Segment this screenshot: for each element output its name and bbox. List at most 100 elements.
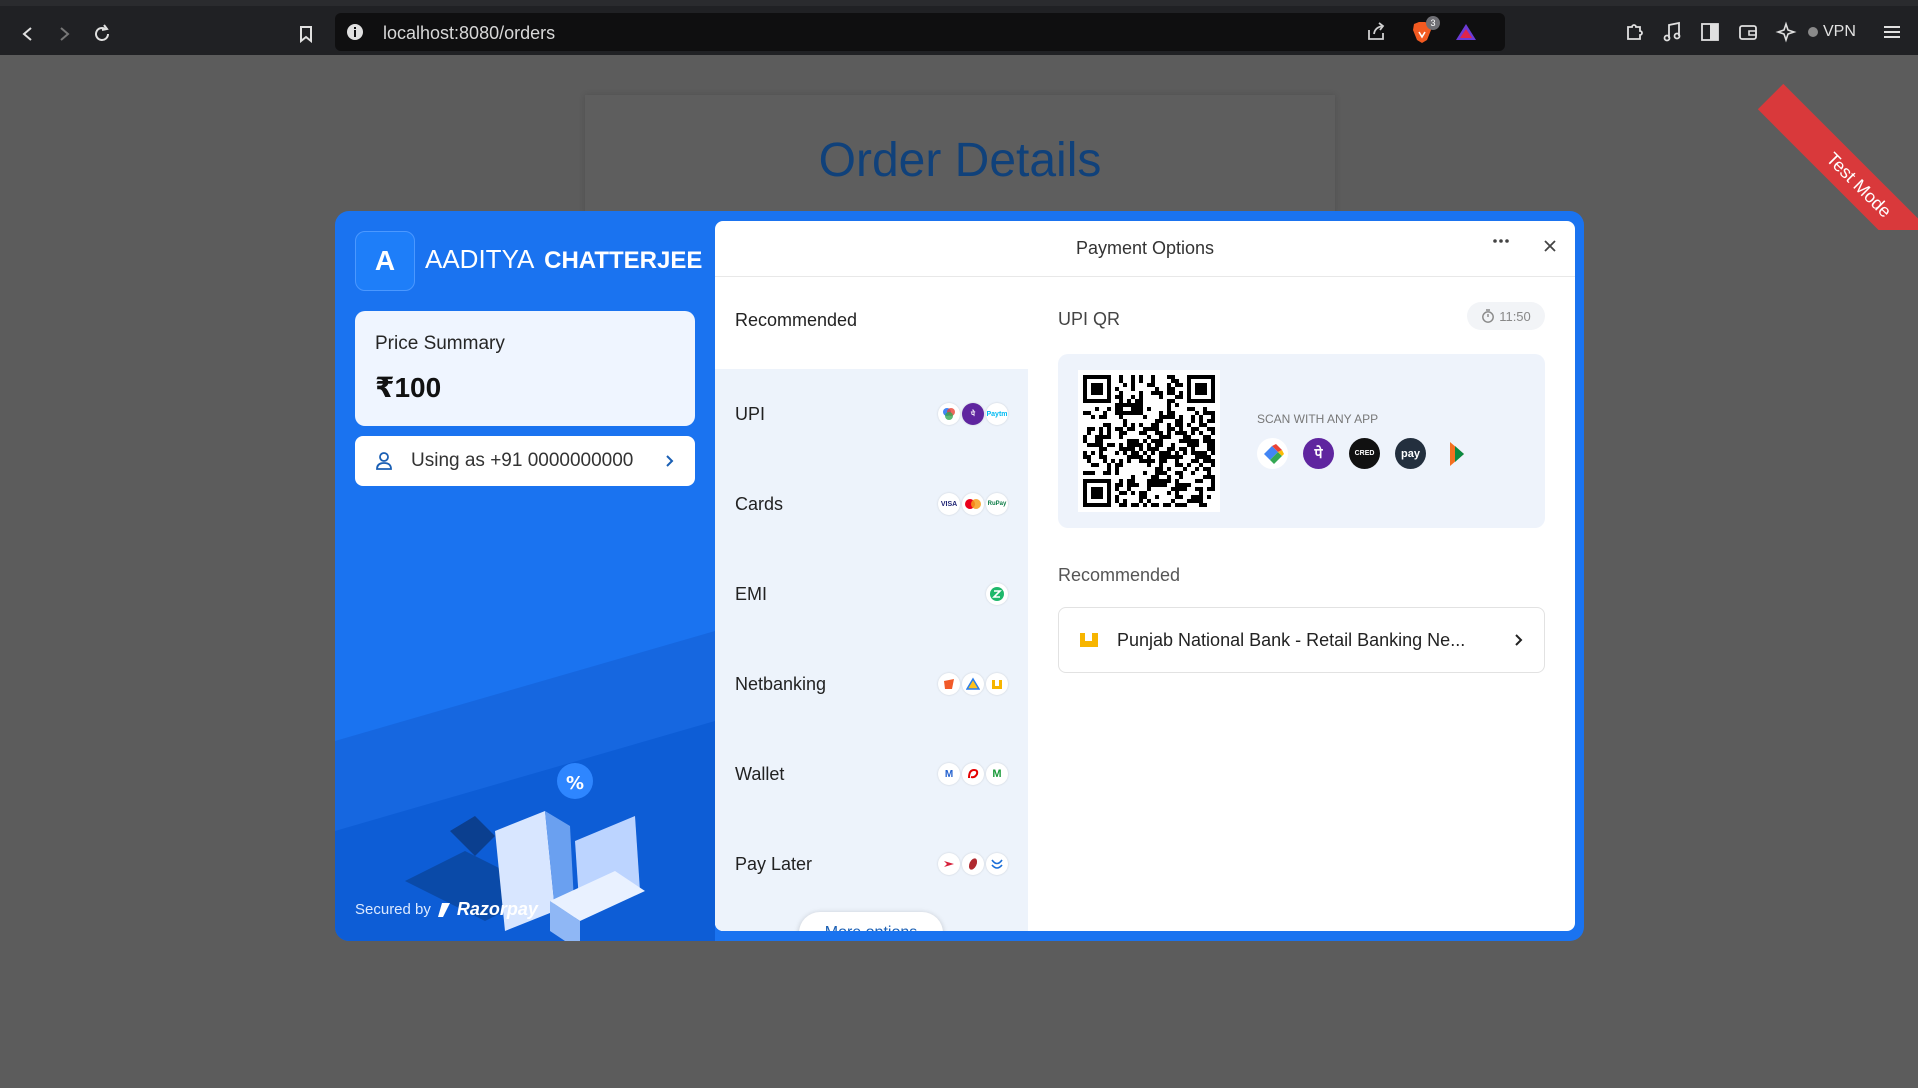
reload-button[interactable]: [88, 20, 116, 48]
leo-ai-icon[interactable]: [1775, 21, 1797, 43]
checkout-modal: % A AADITYA CHATTERJEE Price Summary ₹10…: [335, 211, 1584, 941]
amazon-pay-icon: pay: [1395, 438, 1426, 469]
wallet-icon[interactable]: [1737, 21, 1759, 43]
merchant-last-name: CHATTERJEE: [544, 247, 703, 274]
upi-qr-section: UPI QR 11:50 SCAN WITH ANY APP पे CRED p…: [1058, 277, 1545, 931]
sidebar-icon[interactable]: [1699, 21, 1721, 43]
music-icon[interactable]: [1661, 21, 1683, 43]
mastercard-icon: [962, 493, 984, 515]
extensions-icon[interactable]: [1623, 21, 1645, 43]
chevron-right-icon: [1515, 634, 1523, 646]
browser-toolbar: localhost:8080/orders 3 VPN: [0, 0, 1918, 55]
close-button[interactable]: [1543, 239, 1557, 258]
chevron-right-icon: [60, 27, 70, 41]
bank-1-icon: [938, 673, 960, 695]
phonepe-icon: पे: [962, 403, 984, 425]
timer-icon: [1482, 309, 1495, 323]
chevron-left-icon: [22, 27, 32, 41]
payment-methods-list: Recommended UPI पे Paytm Cards VISA RuPa…: [715, 277, 1028, 931]
icici-icon: [962, 853, 984, 875]
test-mode-label: Test Mode: [1757, 83, 1918, 230]
payment-options-title: Payment Options: [1075, 238, 1215, 258]
chevron-right-icon: [666, 455, 674, 467]
shopping-illustration: %: [335, 631, 715, 941]
brave-shields-button[interactable]: 3: [1411, 16, 1440, 49]
brave-rewards-icon[interactable]: [1455, 22, 1477, 42]
m-wallet-icon: M: [986, 763, 1008, 785]
pnb-icon: [986, 673, 1008, 695]
google-pay-icon: [1257, 438, 1288, 469]
price-amount: ₹100: [375, 372, 442, 403]
razorpay-brand: Razorpay: [456, 899, 538, 919]
secured-by-label: Secured by: [355, 901, 431, 918]
menu-icon[interactable]: [1881, 21, 1903, 43]
secured-by: Secured by Razorpay: [355, 899, 538, 920]
method-pay-later[interactable]: Pay Later: [715, 819, 1028, 909]
method-upi[interactable]: UPI पे Paytm: [715, 369, 1028, 459]
qr-card: SCAN WITH ANY APP पे CRED pay: [1058, 354, 1545, 528]
method-label: Cards: [735, 493, 784, 514]
forward-button[interactable]: [50, 20, 78, 48]
info-icon[interactable]: [345, 22, 365, 42]
method-label: Netbanking: [735, 673, 827, 694]
bookmark-button[interactable]: [292, 20, 320, 48]
user-contact-button[interactable]: Using as +91 0000000000: [355, 436, 695, 486]
google-pay-icon: [938, 403, 960, 425]
upi-qr-title: UPI QR: [1058, 309, 1121, 329]
more-menu-button[interactable]: [1491, 231, 1511, 257]
merchant-logo: A: [355, 231, 415, 291]
address-bar[interactable]: localhost:8080/orders 3: [335, 13, 1505, 51]
vpn-button[interactable]: VPN: [1808, 23, 1856, 41]
recommended-bank-row[interactable]: Punjab National Bank - Retail Banking Ne…: [1058, 607, 1545, 673]
vpn-status-icon: [1808, 27, 1818, 37]
qr-timer: 11:50: [1467, 302, 1545, 330]
bank-name: Punjab National Bank - Retail Banking Ne…: [1117, 629, 1466, 650]
price-summary-label: Price Summary: [375, 333, 505, 354]
recommended-tab[interactable]: Recommended: [735, 310, 857, 331]
razorpay-logo-icon: [437, 902, 450, 917]
method-list: UPI पे Paytm Cards VISA RuPay EMI Netban…: [715, 369, 1028, 931]
timer-value: 11:50: [1499, 308, 1531, 324]
recommended-heading: Recommended: [1058, 565, 1181, 585]
method-label: EMI: [735, 583, 768, 604]
ellipsis-icon: [1493, 239, 1509, 243]
upi-qr-code[interactable]: [1078, 370, 1220, 512]
bookmark-icon: [300, 26, 312, 43]
vpn-label: VPN: [1823, 23, 1856, 40]
back-button[interactable]: [14, 20, 42, 48]
pnb-bank-icon: [1080, 633, 1098, 647]
simpl-icon: [986, 853, 1008, 875]
rupay-icon: RuPay: [986, 493, 1008, 515]
order-card: Order Details: [585, 95, 1335, 215]
url-text[interactable]: localhost:8080/orders: [383, 23, 555, 44]
airtel-icon: [962, 763, 984, 785]
cred-icon: CRED: [1349, 438, 1380, 469]
page-title: Order Details: [818, 134, 1102, 187]
method-netbanking[interactable]: Netbanking: [715, 639, 1028, 729]
price-summary-card: Price Summary ₹100: [355, 311, 695, 426]
paytm-icon: Paytm: [986, 403, 1008, 425]
qr-code-image: [1083, 375, 1215, 507]
method-cards[interactable]: Cards VISA RuPay: [715, 459, 1028, 549]
mobikwik-icon: M: [938, 763, 960, 785]
zestmoney-icon: [986, 583, 1008, 605]
more-options-button[interactable]: More options: [799, 912, 943, 931]
payment-options-panel: Payment Options Recommended UPI पे Paytm: [715, 221, 1575, 931]
user-contact-label: Using as +91 0000000000: [411, 450, 634, 471]
phonepe-icon: पे: [1303, 438, 1334, 469]
share-icon[interactable]: [1365, 21, 1387, 43]
user-icon: [376, 452, 392, 470]
svg-text:%: %: [566, 773, 584, 794]
method-wallet[interactable]: Wallet M M: [715, 729, 1028, 819]
merchant-name: AADITYA CHATTERJEE: [425, 244, 702, 275]
shields-count-badge: 3: [1426, 16, 1440, 30]
method-label: Wallet: [735, 763, 785, 784]
test-mode-ribbon: Test Mode: [1743, 55, 1918, 230]
method-emi[interactable]: EMI: [715, 549, 1028, 639]
upi-app-icons: पे CRED pay: [1257, 438, 1472, 469]
method-label: Pay Later: [735, 853, 813, 874]
reload-icon: [95, 24, 109, 41]
panel-header: Payment Options: [715, 221, 1575, 277]
method-label: UPI: [735, 403, 766, 424]
bank-2-icon: [962, 673, 984, 695]
